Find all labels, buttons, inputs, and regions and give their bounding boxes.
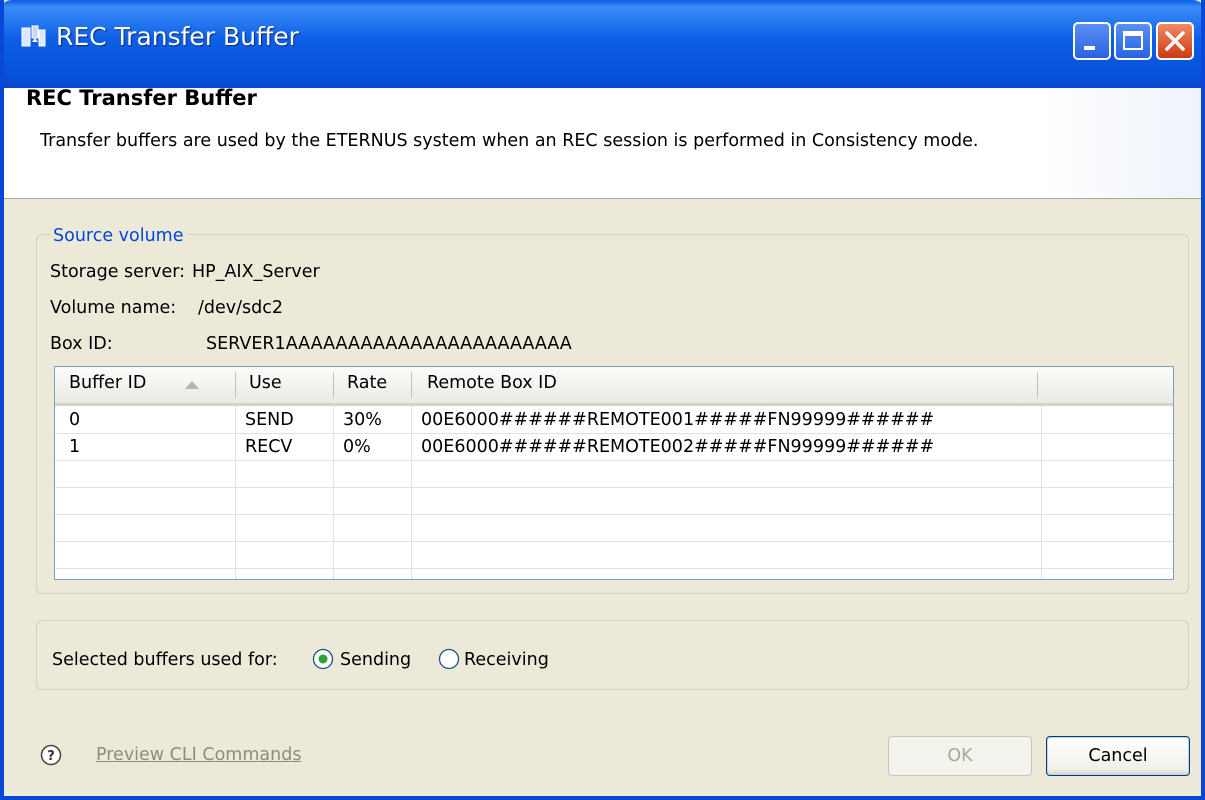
volume-name-label: Volume name:: [50, 298, 177, 318]
preview-cli-commands-link[interactable]: Preview CLI Commands: [96, 745, 301, 765]
box-id-label: Box ID:: [50, 334, 113, 354]
grid-line: [55, 433, 1173, 434]
sending-radio-label[interactable]: Sending: [340, 650, 411, 670]
title-bar[interactable]: REC Transfer Buffer: [4, 0, 1201, 88]
grid-line: [55, 568, 1173, 569]
grid-line: [55, 460, 1173, 461]
column-separator[interactable]: [411, 372, 412, 398]
volume-name-value: /dev/sdc2: [198, 298, 284, 318]
minimize-icon: [1084, 46, 1095, 50]
maximize-icon: [1123, 31, 1143, 50]
receiving-radio[interactable]: [438, 648, 460, 670]
column-header-remote-box-id[interactable]: Remote Box ID: [427, 373, 557, 393]
cell-use: RECV: [245, 437, 293, 457]
column-separator[interactable]: [333, 372, 334, 398]
cell-rate: 30%: [343, 410, 382, 430]
grid-line: [55, 487, 1173, 488]
page-title: REC Transfer Buffer: [26, 86, 257, 110]
app-icon: [21, 25, 46, 47]
storage-server-value: HP_AIX_Server: [192, 262, 320, 282]
header-banner: REC Transfer Buffer Transfer buffers are…: [4, 86, 1201, 199]
cancel-button[interactable]: Cancel: [1046, 736, 1190, 776]
column-header-use[interactable]: Use: [249, 373, 282, 393]
column-header-rate[interactable]: Rate: [347, 373, 387, 393]
close-button[interactable]: [1156, 22, 1194, 60]
table-header: Buffer ID Use Rate Remote Box ID: [55, 367, 1173, 406]
buffer-table[interactable]: Buffer ID Use Rate Remote Box ID 0 SEND …: [54, 366, 1174, 580]
column-header-buffer-id[interactable]: Buffer ID: [69, 373, 146, 393]
receiving-radio-label[interactable]: Receiving: [464, 650, 549, 670]
cell-buffer-id: 0: [69, 410, 81, 430]
column-separator[interactable]: [235, 372, 236, 398]
buffers-usage-caption: Selected buffers used for:: [52, 650, 278, 670]
cell-rate: 0%: [343, 437, 371, 457]
help-icon[interactable]: ?: [40, 744, 62, 766]
grid-line: [55, 514, 1173, 515]
page-description: Transfer buffers are used by the ETERNUS…: [40, 131, 979, 151]
close-icon: [1165, 31, 1185, 51]
maximize-button[interactable]: [1114, 22, 1152, 60]
banner-decoration: [1041, 88, 1201, 198]
source-volume-label: Source volume: [50, 226, 187, 246]
svg-text:?: ?: [47, 749, 55, 764]
window-title: REC Transfer Buffer: [56, 22, 299, 51]
cell-buffer-id: 1: [69, 437, 81, 457]
minimize-button[interactable]: [1073, 22, 1111, 60]
sort-ascending-icon: [185, 381, 199, 389]
ok-button[interactable]: OK: [888, 736, 1032, 776]
storage-server-label: Storage server:: [50, 262, 186, 282]
box-id-value: SERVER1AAAAAAAAAAAAAAAAAAAAAAA: [206, 334, 572, 354]
sending-radio[interactable]: [312, 648, 334, 670]
grid-line: [55, 541, 1173, 542]
cell-use: SEND: [245, 410, 294, 430]
cell-remote-box-id: 00E6000######REMOTE001#####FN99999######: [421, 410, 935, 430]
column-separator[interactable]: [1037, 372, 1038, 398]
dialog-window: REC Transfer Buffer REC Transfer Buffer …: [0, 0, 1205, 800]
cell-remote-box-id: 00E6000######REMOTE002#####FN99999######: [421, 437, 935, 457]
